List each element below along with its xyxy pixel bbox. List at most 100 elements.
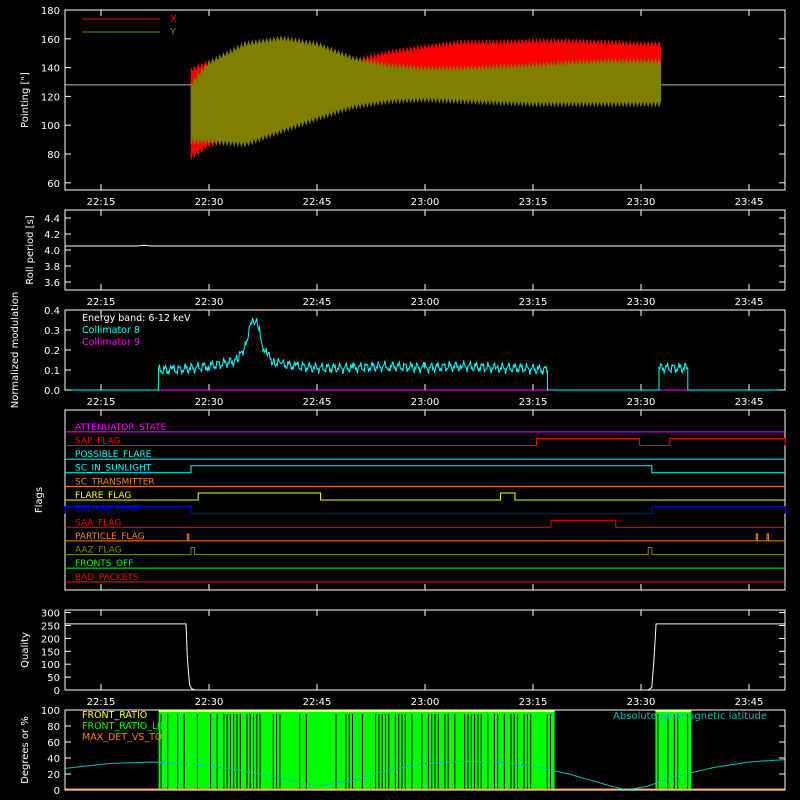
latitude-annotation: Absolute geomagnetic latitude (613, 711, 767, 722)
y-tick-label: 3.6 (44, 278, 60, 289)
x-tick-label: 23:15 (519, 697, 548, 708)
front-ratio-gap (352, 714, 353, 790)
legend-front-ratio: FRONT_RATIO (82, 710, 147, 721)
front-ratio-gap (673, 714, 675, 790)
y-tick-label: 40 (47, 754, 60, 765)
front-ratio-gap (256, 714, 258, 790)
x-tick-label: 23:30 (627, 297, 656, 308)
legend-max-det: MAX_DET_VS_TOT (82, 732, 168, 743)
x-tick-label: 23:45 (735, 197, 764, 208)
flag-label: AAZ_FLAG (75, 546, 122, 556)
front-ratio-gap (444, 714, 446, 790)
front-ratio-gap (401, 714, 403, 790)
y-tick-label: 80 (47, 150, 60, 161)
y-tick-label: 100 (41, 706, 60, 717)
front-ratio-gap (404, 714, 406, 790)
front-ratio-gap (480, 714, 482, 790)
flag-label: FLARE_FLAG (75, 491, 131, 501)
quality-y-label: Quality (20, 632, 31, 668)
front-ratio-gap (454, 714, 456, 790)
x-tick-label: 23:30 (627, 697, 656, 708)
front-ratio-gap (687, 714, 689, 790)
flag-label: PARTICLE_FLAG (75, 532, 145, 542)
x-tick-label: 23:15 (519, 197, 548, 208)
front-ratio-gap (381, 714, 383, 790)
front-ratio-gap (411, 714, 413, 790)
front-ratio-gap (233, 714, 235, 790)
x-tick-label: 23:45 (735, 397, 764, 408)
front-ratio-gap (513, 714, 515, 790)
front-ratio-y-label: Degrees or % (20, 716, 31, 784)
front-ratio-gap (550, 714, 551, 790)
x-tick-label: 23:00 (411, 197, 440, 208)
flag-label: SAP_FLAG (75, 436, 120, 446)
y-tick-label: 50 (47, 673, 60, 684)
y-tick-label: 4.0 (44, 246, 60, 257)
front-ratio-gap (487, 714, 489, 790)
y-tick-label: 4.2 (44, 230, 60, 241)
front-ratio-gap (239, 714, 241, 790)
y-tick-label: 300 (41, 609, 60, 620)
front-ratio-gap (510, 714, 512, 790)
front-ratio-gap (467, 714, 469, 790)
y-tick-label: 0.1 (44, 366, 60, 377)
y-tick-label: 0.2 (44, 346, 60, 357)
y-tick-label: 250 (41, 621, 60, 632)
front-ratio-gap (523, 714, 525, 790)
front-ratio-gap (427, 714, 429, 790)
y-tick-label: 150 (41, 647, 60, 658)
front-ratio-gap (183, 714, 185, 790)
y-tick-label: 0 (54, 786, 60, 797)
front-ratio-gap (431, 714, 433, 790)
front-ratio-gap (388, 714, 390, 790)
front-ratio-gap (361, 714, 363, 790)
front-ratio-gap (229, 714, 231, 790)
front-ratio-gap (394, 714, 396, 790)
front-ratio-gap (477, 714, 479, 790)
front-ratio-gap (375, 714, 377, 790)
y-tick-label: 4.4 (44, 214, 60, 225)
y-tick-label: 100 (41, 121, 60, 132)
front-ratio-gap (196, 714, 198, 790)
front-ratio-gap (474, 714, 476, 790)
legend-collimator9: Collimator 9 (82, 337, 140, 348)
y-tick-label: 200 (41, 634, 60, 645)
x-tick-label: 22:45 (303, 397, 332, 408)
energy-band-annotation: Energy band: 6-12 keV (82, 313, 191, 324)
front-ratio-gap (398, 714, 400, 790)
front-ratio-gap (526, 714, 528, 790)
x-tick-label: 22:15 (87, 197, 116, 208)
x-tick-label: 22:15 (87, 297, 116, 308)
y-tick-label: 0 (54, 686, 60, 697)
flag-label: ATTENUATOR_STATE (75, 423, 167, 433)
front-ratio-gap (464, 714, 466, 790)
pointing-y-label: Pointing ["] (20, 72, 31, 128)
front-ratio-gap (216, 714, 218, 790)
x-tick-label: 23:00 (411, 297, 440, 308)
x-tick-label: 23:45 (735, 297, 764, 308)
x-tick-label: 22:30 (195, 697, 224, 708)
front-ratio-gap (434, 714, 436, 790)
y-tick-label: 0.3 (44, 326, 60, 337)
legend-front-ratio-line: FRONT_RATIO_LINE (82, 721, 173, 732)
roll-y-label: Roll period [s] (25, 215, 36, 284)
front-ratio-gap (378, 714, 380, 790)
front-ratio-band (158, 710, 555, 790)
front-ratio-gap (226, 714, 228, 790)
front-ratio-gap (385, 714, 386, 790)
flag-label: FRONTS_OFF (75, 559, 133, 569)
front-ratio-gap (276, 714, 278, 790)
x-tick-label: 22:45 (303, 297, 332, 308)
y-tick-label: 0.0 (44, 386, 60, 397)
y-tick-label: 0.4 (44, 306, 60, 317)
y-tick-label: 80 (47, 722, 60, 733)
front-ratio-gap (272, 714, 274, 790)
modulation-y-label: Normalized modulation (10, 292, 21, 409)
front-ratio-gap (348, 714, 350, 790)
front-ratio-gap (517, 714, 518, 790)
legend-x-label: X (170, 14, 177, 25)
front-ratio-gap (223, 714, 225, 790)
y-tick-label: 60 (47, 179, 60, 190)
x-tick-label: 23:30 (627, 197, 656, 208)
front-ratio-gap (497, 714, 499, 790)
